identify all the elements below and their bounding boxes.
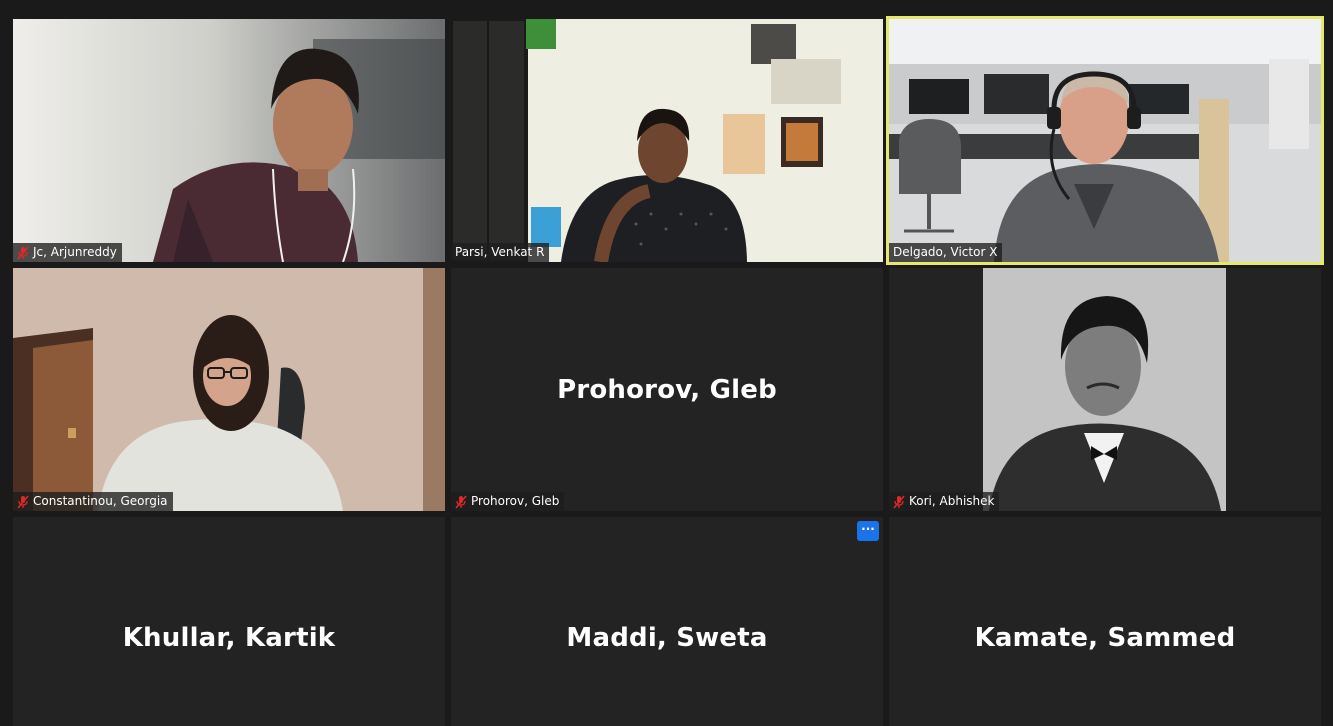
participant-tile-kori-abhishek[interactable]: Kori, Abhishek <box>889 268 1321 511</box>
participant-name: Jc, Arjunreddy <box>33 245 117 259</box>
participant-name: Delgado, Victor X <box>893 245 998 259</box>
participant-display-name: Kamate, Sammed <box>974 623 1236 653</box>
muted-mic-icon <box>455 494 467 509</box>
participant-name: Prohorov, Gleb <box>471 494 560 508</box>
participant-video <box>13 19 445 262</box>
participant-name: Kori, Abhishek <box>909 494 995 508</box>
muted-mic-icon <box>17 494 29 509</box>
muted-mic-icon <box>893 494 905 509</box>
participant-tile-prohorov-gleb[interactable]: Prohorov, Gleb Prohorov, Gleb <box>451 268 883 511</box>
participant-display-name: Prohorov, Gleb <box>557 374 777 405</box>
participant-name-tag: Delgado, Victor X <box>889 243 1003 262</box>
participant-video <box>451 19 883 262</box>
participant-video <box>13 268 445 511</box>
participant-tile-jc-arjunreddy[interactable]: Jc, Arjunreddy <box>13 19 445 262</box>
participant-name: Constantinou, Georgia <box>33 494 168 508</box>
more-options-button[interactable]: ··· <box>857 521 879 541</box>
muted-mic-icon <box>17 245 29 260</box>
participant-tile-constantinou-georgia[interactable]: Constantinou, Georgia <box>13 268 445 511</box>
participant-display-name: Khullar, Kartik <box>122 623 336 653</box>
participant-tile-kamate-sammed[interactable]: Kamate, Sammed <box>889 517 1321 726</box>
participant-name-tag: Kori, Abhishek <box>889 492 1000 511</box>
participant-video <box>889 268 1321 511</box>
participant-tile-parsi-venkat[interactable]: Parsi, Venkat R <box>451 19 883 262</box>
video-gallery: Jc, Arjunreddy Parsi, Venkat R Delgado, … <box>0 0 1333 726</box>
participant-name-tag: Constantinou, Georgia <box>13 492 173 511</box>
participant-tile-khullar-kartik[interactable]: Khullar, Kartik <box>13 517 445 726</box>
participant-tile-delgado-victor[interactable]: Delgado, Victor X <box>886 16 1324 265</box>
participant-tile-maddi-sweta[interactable]: ··· Maddi, Sweta <box>451 517 883 726</box>
participant-name-tag: Jc, Arjunreddy <box>13 243 122 262</box>
participant-name: Parsi, Venkat R <box>455 245 545 259</box>
participant-name-tag: Parsi, Venkat R <box>451 243 550 262</box>
participant-video <box>889 19 1321 262</box>
participant-name-tag: Prohorov, Gleb <box>451 492 565 511</box>
participant-display-name: Maddi, Sweta <box>566 623 768 653</box>
